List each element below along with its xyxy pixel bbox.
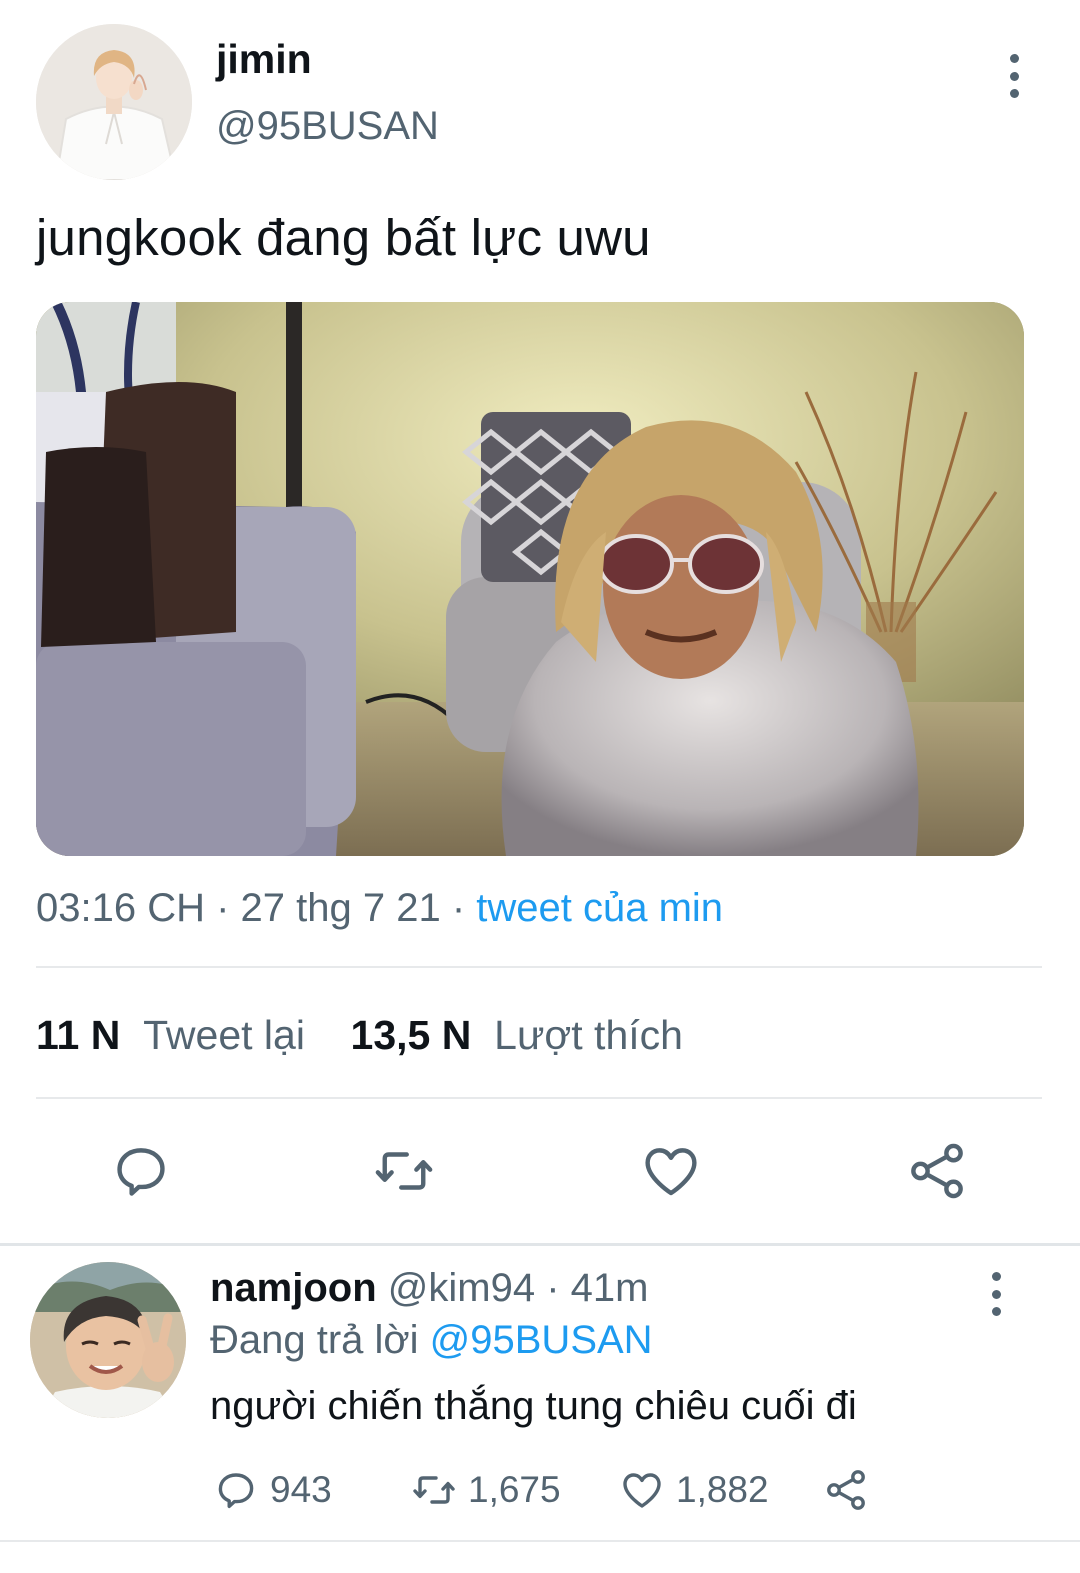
- tweet-timestamp[interactable]: 03:16 CH · 27 thg 7 21 ·: [36, 886, 476, 930]
- like-label: Lượt thích: [494, 1012, 683, 1058]
- reply-author-handle[interactable]: @kim94: [388, 1266, 535, 1310]
- reply-share-button[interactable]: [822, 1466, 870, 1514]
- retweet-icon[interactable]: [371, 1138, 437, 1204]
- share-icon[interactable]: [904, 1138, 970, 1204]
- reply-author-avatar[interactable]: [30, 1262, 186, 1418]
- like-count: 13,5 N: [350, 1012, 472, 1058]
- more-vertical-icon[interactable]: [1008, 54, 1020, 98]
- tweet-text: jungkook đang bất lực uwu: [36, 209, 651, 266]
- share-icon: [827, 1470, 865, 1510]
- author-handle[interactable]: @95BUSAN: [216, 104, 439, 149]
- like-stat[interactable]: 13,5 N Lượt thích: [351, 1012, 683, 1058]
- divider: [36, 966, 1042, 968]
- tweet-source-label[interactable]: tweet của min: [476, 886, 723, 930]
- tweet-media-image[interactable]: [36, 302, 1024, 856]
- retweet-icon: [413, 1476, 455, 1504]
- reply-like-count: 1,882: [676, 1469, 769, 1510]
- tweet-stats-row: 11 N Tweet lại 13,5 N Lượt thích: [36, 1012, 683, 1059]
- reply-author-name[interactable]: namjoon: [210, 1266, 377, 1310]
- retweet-count: 11 N: [36, 1012, 121, 1058]
- reply-header: namjoon @kim94 · 41m: [210, 1266, 648, 1311]
- replying-to-label: Đang trả lời @95BUSAN: [210, 1318, 653, 1363]
- section-divider: [0, 1243, 1080, 1246]
- replying-to-handle-link[interactable]: @95BUSAN: [430, 1318, 653, 1362]
- reply-bubble-icon: [218, 1473, 254, 1509]
- retweet-stat[interactable]: 11 N Tweet lại: [36, 1012, 305, 1058]
- reply-reply-count: 943: [270, 1469, 332, 1510]
- retweet-label: Tweet lại: [143, 1012, 305, 1058]
- avatar-photo: [36, 24, 192, 180]
- avatar-photo: [30, 1262, 186, 1418]
- reply-time: · 41m: [535, 1266, 649, 1310]
- heart-icon: [623, 1473, 661, 1508]
- reply-retweet-count: 1,675: [468, 1469, 561, 1510]
- reply-bubble-icon[interactable]: [108, 1138, 174, 1204]
- divider: [36, 1097, 1042, 1099]
- reply-reply-button[interactable]: 943: [212, 1466, 332, 1514]
- author-name[interactable]: jimin: [216, 36, 312, 83]
- tweet-timestamp-row: 03:16 CH · 27 thg 7 21 · tweet của min: [36, 886, 723, 931]
- reply-text: người chiến thắng tung chiêu cuối đi: [210, 1384, 857, 1428]
- more-vertical-icon[interactable]: [990, 1272, 1002, 1316]
- reply-retweet-button[interactable]: 1,675: [410, 1466, 561, 1514]
- divider: [0, 1540, 1080, 1542]
- media-photo: [36, 302, 1024, 856]
- author-avatar[interactable]: [36, 24, 192, 180]
- replying-prefix: Đang trả lời: [210, 1318, 430, 1362]
- heart-icon[interactable]: [638, 1138, 704, 1204]
- reply-like-button[interactable]: 1,882: [618, 1466, 769, 1514]
